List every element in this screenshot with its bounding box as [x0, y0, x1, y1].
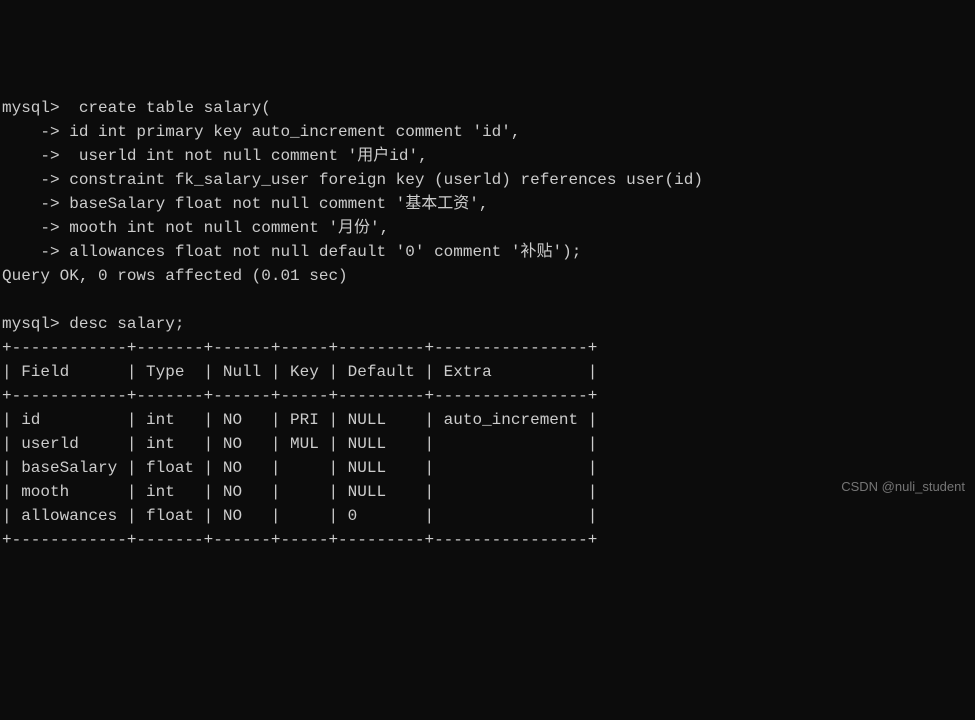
query-result-line: Query OK, 0 rows affected (0.01 sec) — [2, 267, 348, 285]
table-border: +------------+-------+------+-----+-----… — [2, 339, 597, 357]
watermark-text: CSDN @nuli_student — [841, 477, 965, 497]
sql-prompt-line: mysql> desc salary; — [2, 315, 184, 333]
sql-continuation-line: -> userld int not null comment '用户id', — [2, 147, 428, 165]
table-row: | allowances | float | NO | | 0 | | — [2, 507, 597, 525]
table-row: | baseSalary | float | NO | | NULL | | — [2, 459, 597, 477]
sql-continuation-line: -> baseSalary float not null comment '基本… — [2, 195, 488, 213]
terminal-output: mysql> create table salary( -> id int pr… — [0, 96, 975, 552]
sql-continuation-line: -> mooth int not null comment '月份', — [2, 219, 389, 237]
table-row: | userld | int | NO | MUL | NULL | | — [2, 435, 597, 453]
table-row: | id | int | NO | PRI | NULL | auto_incr… — [2, 411, 597, 429]
table-row: | mooth | int | NO | | NULL | | — [2, 483, 597, 501]
sql-continuation-line: -> constraint fk_salary_user foreign key… — [2, 171, 703, 189]
table-border: +------------+-------+------+-----+-----… — [2, 387, 597, 405]
table-header: | Field | Type | Null | Key | Default | … — [2, 363, 597, 381]
table-border: +------------+-------+------+-----+-----… — [2, 531, 597, 549]
sql-continuation-line: -> id int primary key auto_increment com… — [2, 123, 520, 141]
sql-continuation-line: -> allowances float not null default '0'… — [2, 243, 581, 261]
sql-prompt-line: mysql> create table salary( — [2, 99, 271, 117]
